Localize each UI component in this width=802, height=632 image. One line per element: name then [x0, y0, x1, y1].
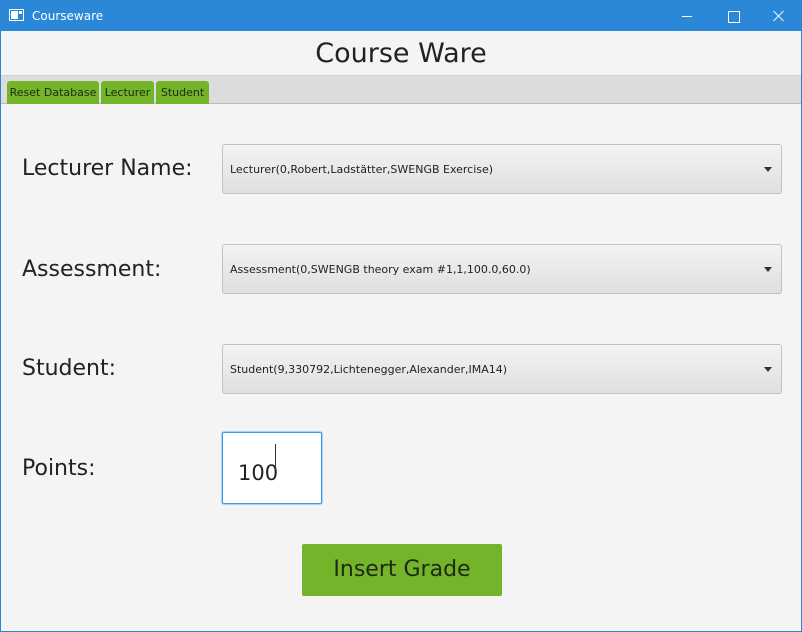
student-select[interactable]: Student(9,330792,Lichtenegger,Alexander,…: [222, 344, 782, 394]
assessment-label: Assessment:: [22, 257, 162, 282]
close-icon[interactable]: [756, 1, 802, 31]
chevron-down-icon: [764, 167, 772, 172]
page-title: Course Ware: [315, 38, 487, 69]
app-window-icon: [9, 9, 24, 21]
insert-grade-button[interactable]: Insert Grade: [302, 544, 502, 596]
student-label: Student:: [22, 356, 117, 381]
window-title: Courseware: [32, 9, 104, 23]
title-bar[interactable]: Courseware: [1, 1, 801, 31]
tab-bar: Reset Database Lecturer Student: [1, 75, 801, 104]
text-caret: [275, 444, 276, 471]
points-label: Points:: [22, 456, 96, 481]
minimize-icon[interactable]: [664, 1, 710, 31]
lecturer-name-label: Lecturer Name:: [22, 156, 193, 181]
tab-lecturer[interactable]: Lecturer: [101, 81, 154, 104]
chevron-down-icon: [764, 367, 772, 372]
assessment-select[interactable]: Assessment(0,SWENGB theory exam #1,1,100…: [222, 244, 782, 294]
lecturer-selected-value: Lecturer(0,Robert,Ladstätter,SWENGB Exer…: [230, 163, 494, 176]
assessment-selected-value: Assessment(0,SWENGB theory exam #1,1,100…: [230, 263, 531, 276]
chevron-down-icon: [764, 267, 772, 272]
tab-reset-database[interactable]: Reset Database: [7, 81, 99, 104]
points-input[interactable]: [222, 432, 322, 504]
app-window: Courseware Course Ware Reset Database Le…: [0, 0, 802, 632]
maximize-icon[interactable]: [710, 1, 756, 31]
tab-student[interactable]: Student: [156, 81, 209, 104]
student-selected-value: Student(9,330792,Lichtenegger,Alexander,…: [230, 363, 508, 376]
lecturer-select[interactable]: Lecturer(0,Robert,Ladstätter,SWENGB Exer…: [222, 144, 782, 194]
